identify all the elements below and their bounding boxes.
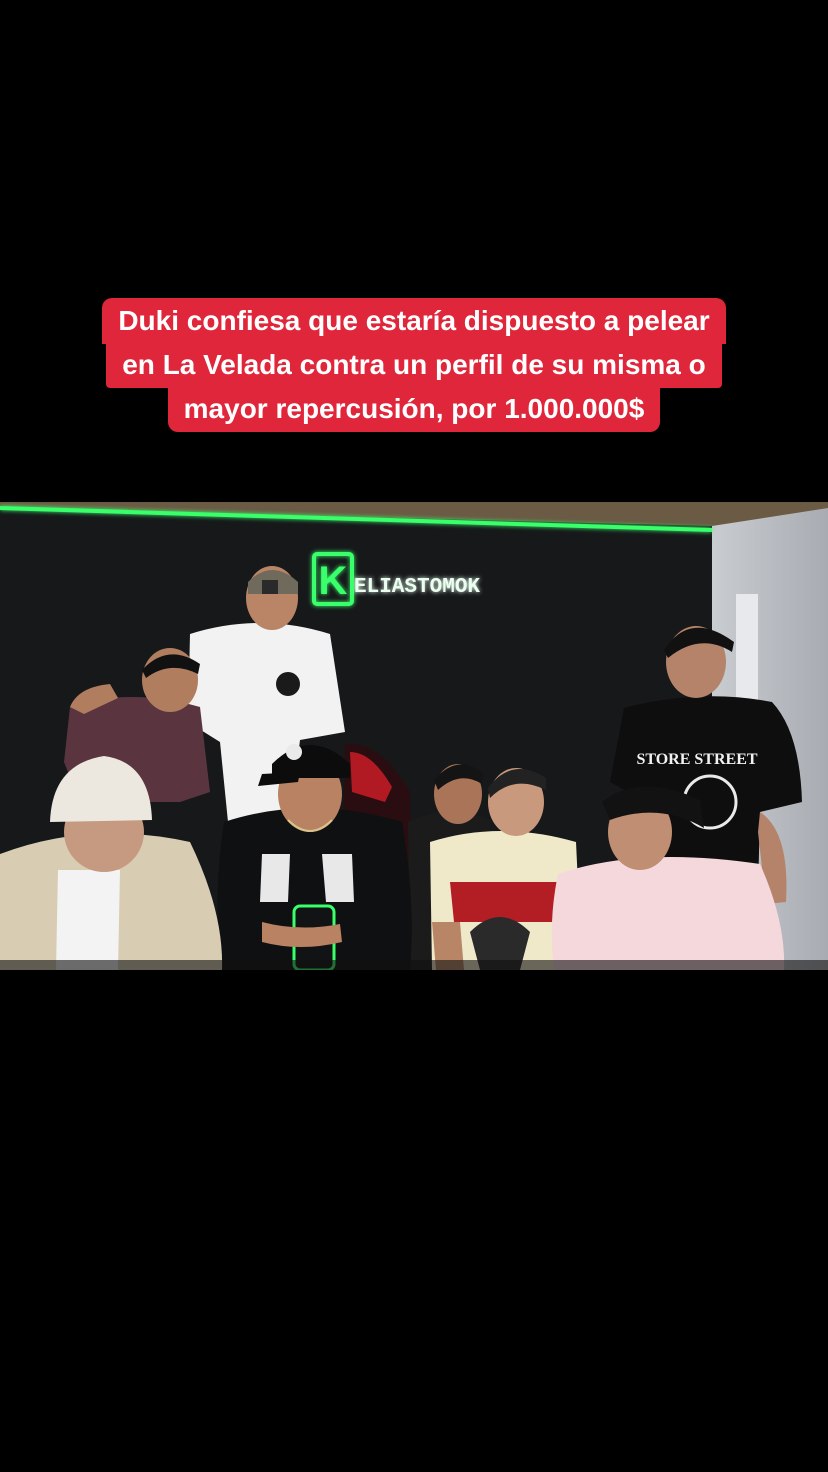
caption-line-2: en La Velada contra un perfil de su mism…: [106, 342, 722, 388]
caption-line-3-wrap: mayor repercusión, por 1.000.000$: [0, 386, 828, 432]
neon-sign-text: ELIASTOMOK: [354, 576, 480, 599]
caption-box: Duki confiesa que estaría dispuesto a pe…: [0, 298, 828, 432]
video-frame[interactable]: K ELIASTOMOK STORE STREET: [0, 502, 828, 970]
caption-line-1: Duki confiesa que estaría dispuesto a pe…: [102, 298, 726, 344]
caption-line-2-wrap: en La Velada contra un perfil de su mism…: [0, 342, 828, 388]
shirt-text: STORE STREET: [636, 751, 757, 768]
neon-logo-letter: K: [319, 559, 348, 603]
caption-line-3: mayor repercusión, por 1.000.000$: [167, 386, 661, 432]
frame-edge: [0, 960, 828, 970]
caption-line-1-wrap: Duki confiesa que estaría dispuesto a pe…: [0, 298, 828, 344]
video-scene: K ELIASTOMOK STORE STREET: [0, 502, 828, 970]
